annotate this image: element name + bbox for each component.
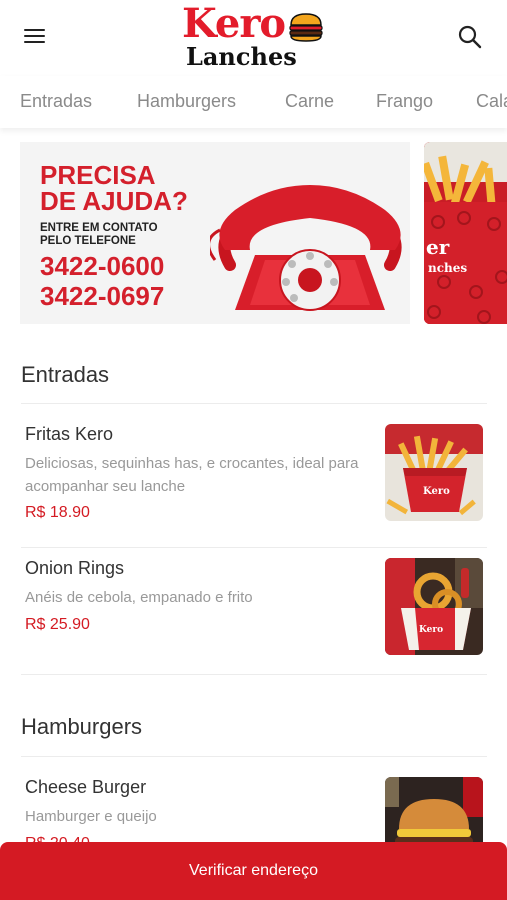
menu-item-fritas-kero[interactable]: Fritas Kero Deliciosas, sequinhas has, e… [25, 424, 487, 524]
banner-subtitle-line2: PELO TELEFONE [40, 235, 136, 247]
tab-cala[interactable]: Cala [476, 91, 507, 112]
logo-text-bottom: Lanches [186, 42, 297, 71]
item-divider [21, 547, 487, 548]
kero-lanches-logo[interactable]: Kero Lanches [182, 4, 328, 70]
tab-hamburgers[interactable]: Hamburgers [137, 91, 236, 112]
tab-carne[interactable]: Carne [285, 91, 334, 112]
logo-burger-icon [289, 13, 323, 42]
onion-rings-image: Kero [385, 558, 483, 655]
banner2-logo-subtext: nches [428, 261, 467, 275]
item-description: Deliciosas, sequinhas has, e crocantes, … [25, 455, 359, 495]
banner2-logo-text: er [426, 235, 450, 259]
app-header: Kero Lanches [0, 0, 507, 76]
banner-subtitle: ENTRE EM CONTATO PELO TELEFONE [40, 222, 210, 248]
item-price: R$ 18.90 [25, 504, 90, 521]
hamburger-menu-icon[interactable] [22, 26, 48, 48]
item-description: Hamburger e queijo [25, 808, 157, 825]
menu-item-onion-rings[interactable]: Onion Rings Anéis de cebola, empanado e … [25, 558, 487, 658]
section-divider [21, 674, 487, 675]
section-title-hamburgers: Hamburgers [21, 714, 143, 739]
help-phone-banner[interactable]: PRECISA DE AJUDA? ENTRE EM CONTATO PELO … [20, 142, 410, 324]
svg-text:Kero: Kero [423, 486, 450, 497]
logo-text-top: Kero [182, 0, 286, 47]
item-price: R$ 25.90 [25, 616, 90, 633]
tab-entradas[interactable]: Entradas [20, 91, 92, 112]
tab-frango[interactable]: Frango [376, 91, 433, 112]
svg-text:Kero: Kero [419, 625, 443, 635]
section-title-entradas: Entradas [21, 362, 110, 387]
check-address-button[interactable]: Verificar endereço [0, 842, 507, 900]
banner-phone-2: 3422-0697 [40, 281, 165, 311]
item-name: Onion Rings [25, 558, 125, 578]
search-icon[interactable] [457, 24, 483, 50]
promo-banner-fries[interactable]: er nches [424, 142, 507, 324]
item-name: Fritas Kero [25, 424, 114, 444]
fritas-kero-image: Kero [385, 424, 483, 521]
banner-phone-1: 3422-0600 [40, 251, 165, 281]
item-description: Anéis de cebola, empanado e frito [25, 589, 253, 606]
fries-box-image: er nches [424, 142, 507, 324]
section-divider [21, 756, 487, 757]
section-divider [21, 403, 487, 404]
red-telephone-icon [210, 185, 402, 311]
item-name: Cheese Burger [25, 777, 147, 797]
category-tabs: Entradas Hamburgers Carne Frango Cala [0, 76, 507, 128]
banner-subtitle-line1: ENTRE EM CONTATO [40, 222, 158, 234]
